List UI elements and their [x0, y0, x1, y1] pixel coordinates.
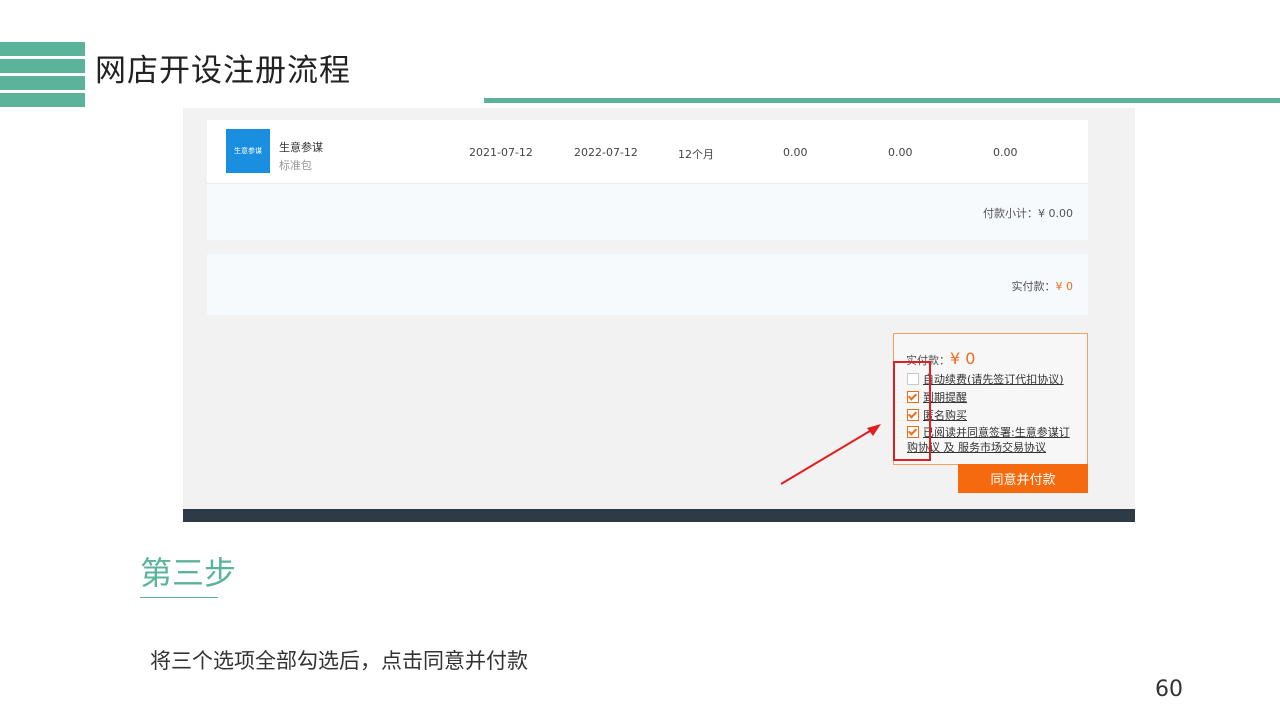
screenshot-footer-bar	[183, 509, 1135, 522]
agreement-label[interactable]: 已阅读并同意签署:生意参谋订购协议 及 服务市场交易协议	[907, 426, 1070, 454]
pointer-arrow-icon	[780, 424, 881, 485]
subtotal-label: 付款小计：	[983, 207, 1038, 220]
header-stripes	[0, 42, 85, 110]
title-underline	[484, 98, 1280, 103]
payment-amount: ¥ 0	[1055, 280, 1074, 293]
order-row: 生意参谋 生意参谋 标准包 2021-07-12 2022-07-12 12个月…	[207, 120, 1088, 184]
duration: 12个月	[678, 148, 714, 161]
slide-title: 网店开设注册流程	[95, 53, 351, 89]
agree-and-pay-button[interactable]: 同意并付款	[958, 464, 1088, 493]
price-cell: 0.00	[783, 146, 808, 159]
start-date: 2021-07-12	[469, 146, 533, 159]
agreement-option[interactable]: 已阅读并同意签署:生意参谋订购协议 及 服务市场交易协议	[907, 425, 1079, 455]
payment-label: 实付款：	[1011, 280, 1056, 293]
payment-text: 实付款：¥ 0	[1012, 278, 1074, 294]
step-description: 将三个选项全部勾选后，点击同意并付款	[150, 649, 528, 673]
product-package: 标准包	[279, 159, 312, 172]
discount-cell: 0.00	[888, 146, 913, 159]
checkout-total-amount: ¥ 0	[950, 349, 976, 368]
product-logo: 生意参谋	[226, 129, 270, 173]
checkbox-highlight-box	[893, 361, 931, 461]
subtotal-amount: ¥ 0.00	[1038, 207, 1073, 220]
amount-cell: 0.00	[993, 146, 1018, 159]
page-number: 60	[1155, 677, 1183, 702]
subtotal-row: 付款小计：¥ 0.00	[207, 184, 1088, 240]
step-title: 第三步	[140, 554, 237, 592]
payment-row: 实付款：¥ 0	[207, 254, 1088, 315]
product-name: 生意参谋	[279, 141, 323, 154]
checkout-screenshot: 生意参谋 生意参谋 标准包 2021-07-12 2022-07-12 12个月…	[183, 108, 1135, 522]
step-underline	[140, 597, 218, 598]
end-date: 2022-07-12	[574, 146, 638, 159]
subtotal-text: 付款小计：¥ 0.00	[983, 205, 1073, 221]
auto-renew-label: 自动续费(请先签订代扣协议)	[923, 373, 1064, 386]
